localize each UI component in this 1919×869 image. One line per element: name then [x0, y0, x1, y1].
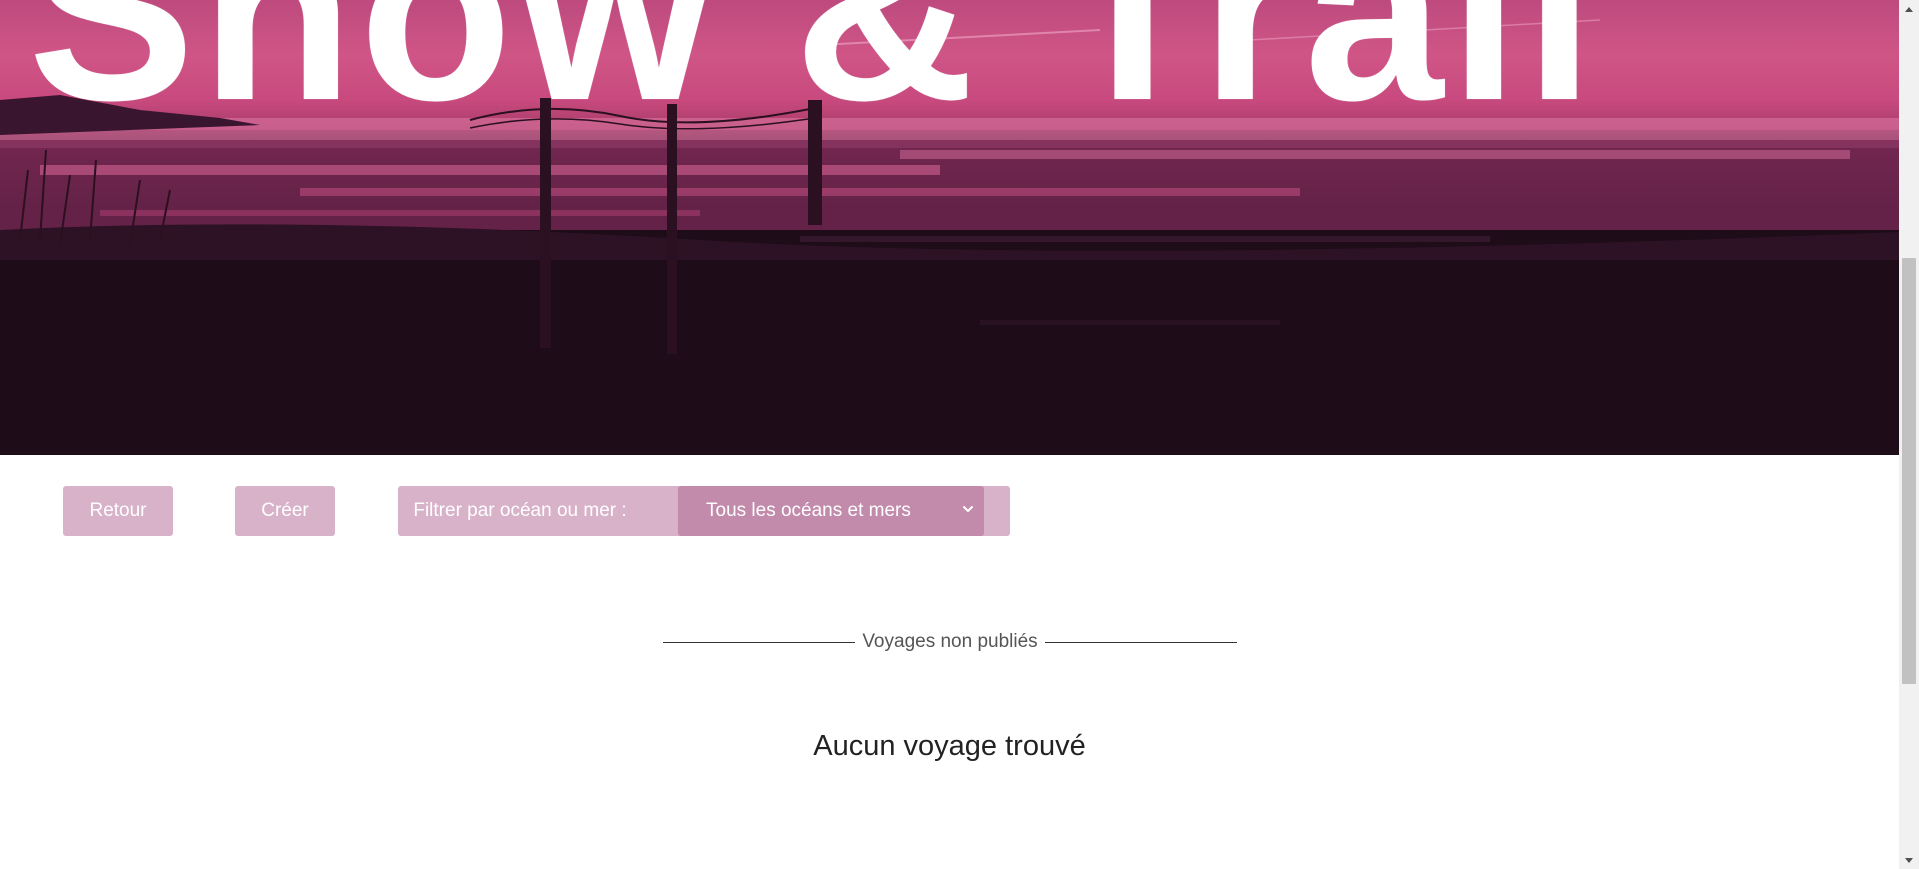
- scroll-down-button[interactable]: [1899, 852, 1919, 869]
- vertical-scrollbar[interactable]: [1899, 0, 1919, 869]
- divider-line-left: [663, 641, 856, 643]
- hero-title: Show & Trail: [28, 0, 1601, 152]
- ocean-filter: Filtrer par océan ou mer : Tous les océa…: [398, 486, 1010, 536]
- scroll-up-button[interactable]: [1899, 0, 1919, 17]
- filter-label: Filtrer par océan ou mer :: [413, 500, 627, 521]
- empty-state-message: Aucun voyage trouvé: [813, 730, 1086, 762]
- hero-banner: Show & Trail: [0, 0, 1899, 455]
- arrow-down-icon: [1905, 857, 1913, 863]
- arrow-up-icon: [1905, 6, 1913, 12]
- section-divider: Voyages non publiés: [663, 630, 1237, 654]
- toolbar: Retour Créer Filtrer par océan ou mer : …: [0, 486, 1899, 536]
- page: Show & Trail Retour Créer Filtrer par oc…: [0, 0, 1899, 869]
- scrollbar-thumb[interactable]: [1902, 258, 1916, 684]
- create-button[interactable]: Créer: [235, 486, 335, 536]
- ocean-select[interactable]: Tous les océans et mers: [678, 486, 984, 536]
- chevron-down-icon: [963, 506, 973, 512]
- ocean-select-value: Tous les océans et mers: [706, 500, 911, 521]
- divider-line-right: [1044, 641, 1237, 643]
- back-button[interactable]: Retour: [63, 486, 173, 536]
- section-title: Voyages non publiés: [862, 631, 1038, 652]
